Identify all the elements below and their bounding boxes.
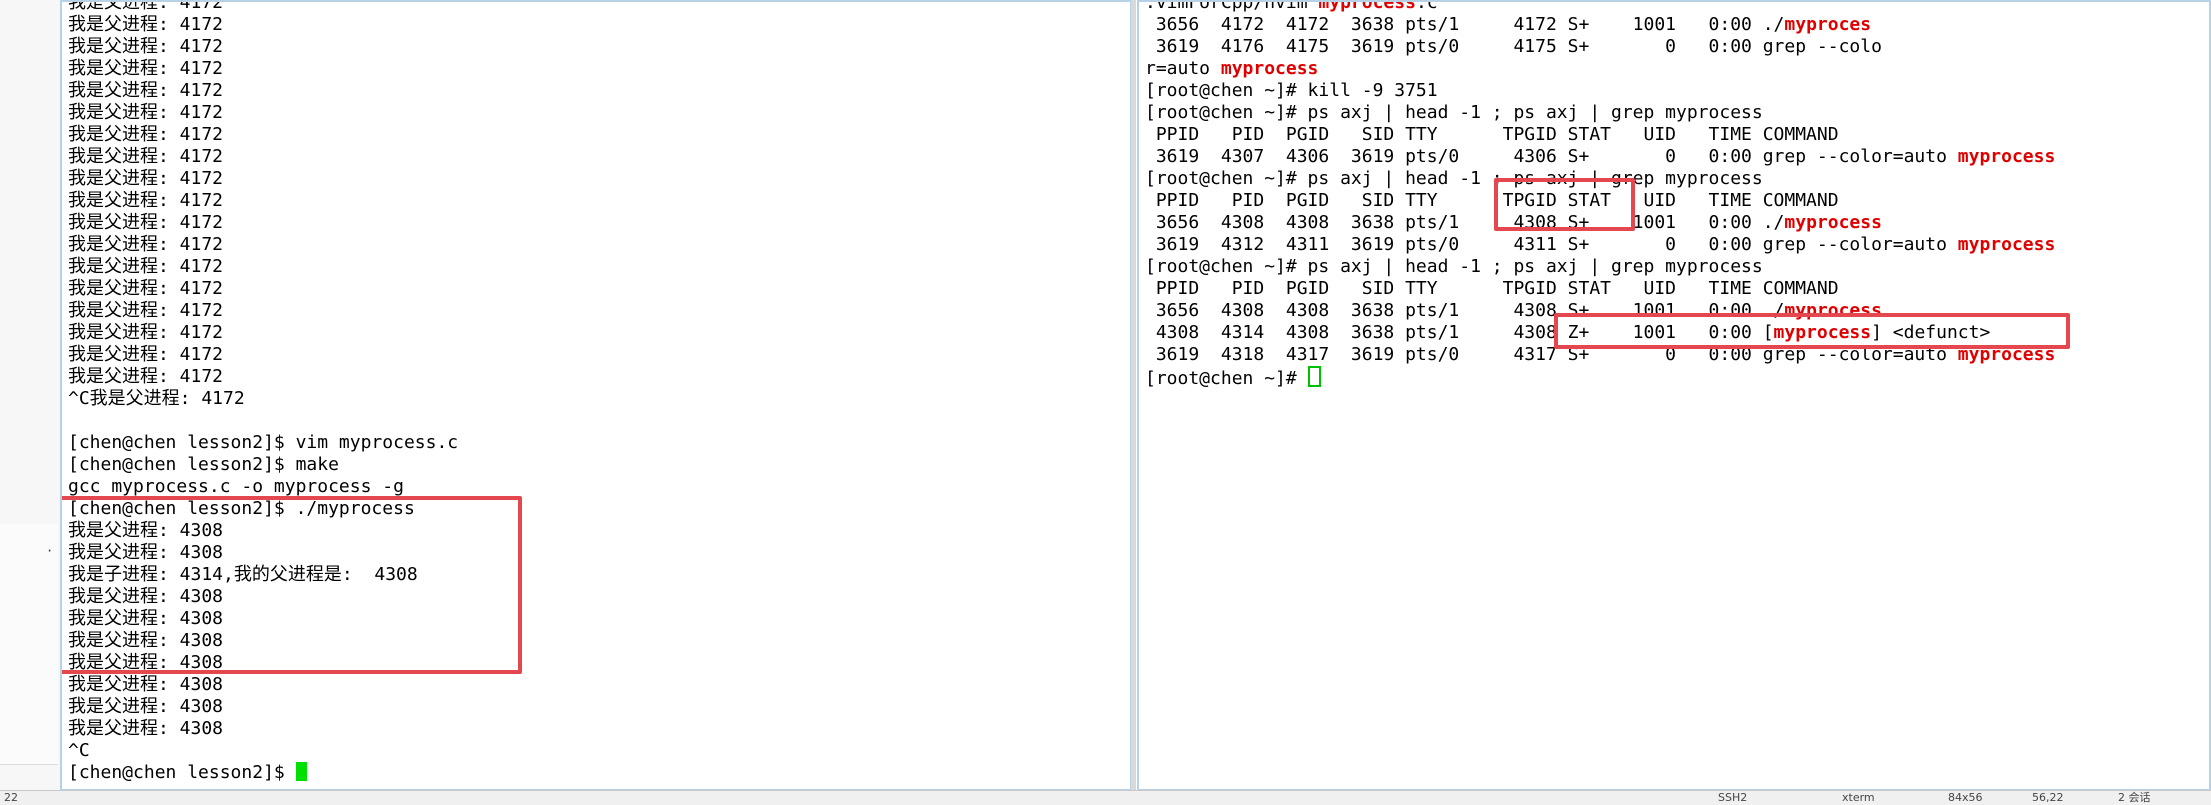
side-panel-row[interactable] bbox=[0, 584, 58, 615]
side-panel-row[interactable] bbox=[0, 614, 58, 645]
terminal-text: 3656 4308 4308 3638 pts/1 4308 S+ 1001 0… bbox=[1145, 212, 1785, 233]
left-side-panel: · bbox=[0, 0, 61, 790]
child-process-output-highlight-box bbox=[62, 496, 522, 674]
terminal-line: 我是父进程: 4172 bbox=[68, 168, 224, 189]
terminal-line: 3619 4307 4306 3619 pts/0 4306 S+ 0 0:00… bbox=[1145, 146, 2056, 168]
matched-text: myprocess bbox=[1318, 0, 1416, 13]
terminal-line: 我是父进程: 4172 bbox=[68, 124, 224, 145]
terminal-line: 我是父进程: 4172 bbox=[68, 366, 224, 387]
status-left: 22 bbox=[4, 791, 18, 804]
status-cursor-position: 56,22 bbox=[2032, 791, 2064, 804]
terminal-line: 我是父进程: 4308 bbox=[68, 718, 224, 739]
zombie-process-highlight-box bbox=[1554, 313, 2070, 349]
terminal-line: [root@chen ~]# ps axj | head -1 ; ps axj… bbox=[1145, 102, 2055, 124]
terminal-line: 我是父进程: 4308 bbox=[68, 674, 224, 695]
terminal-text: 3656 4172 4172 3638 pts/1 4172 S+ 1001 0… bbox=[1145, 14, 1785, 35]
terminal-text: .c bbox=[1415, 0, 1438, 13]
terminal-text: 3619 4307 4306 3619 pts/0 4306 S+ 0 0:00… bbox=[1145, 146, 1958, 167]
right-terminal-pane[interactable]: .vimForCpp/nvim myprocess.c 3656 4172 41… bbox=[1137, 0, 2211, 791]
terminal-line: 我是父进程: 4172 bbox=[68, 146, 224, 167]
terminal-line: 我是父进程: 4172 bbox=[68, 212, 224, 233]
terminal-line: 我是父进程: 4172 bbox=[68, 80, 224, 101]
matched-text: myproces bbox=[1784, 14, 1872, 35]
terminal-line: 我是父进程: 4172 bbox=[68, 14, 224, 35]
terminal-line: 我是父进程: 4172 bbox=[68, 190, 224, 211]
terminal-text: [root@chen ~]# ps axj | head -1 ; ps axj… bbox=[1145, 102, 1763, 123]
terminal-line: 我是父进程: 4172 bbox=[68, 278, 224, 299]
terminal-line: gcc myprocess.c -o myprocess -g bbox=[68, 476, 404, 497]
terminal-line: PPID PID PGID SID TTY TPGID STAT UID TIM… bbox=[1145, 124, 2055, 146]
matched-text: myprocess bbox=[1957, 234, 2056, 255]
terminal-text: PPID PID PGID SID TTY TPGID STAT UID TIM… bbox=[1145, 190, 1839, 211]
terminal-line: .vimForCpp/nvim myprocess.c bbox=[1145, 0, 2055, 14]
terminal-text: .vimForCpp/nvim bbox=[1145, 0, 1319, 13]
terminal-line: [root@chen ~]# kill -9 3751 bbox=[1145, 80, 2055, 102]
matched-text: myprocess bbox=[1957, 146, 2056, 167]
terminal-prompt: [chen@chen lesson2]$ bbox=[68, 762, 296, 783]
terminal-line: 我是父进程: 4172 bbox=[68, 322, 224, 343]
terminal-line: 我是父进程: 4172 bbox=[68, 234, 224, 255]
terminal-text: PPID PID PGID SID TTY TPGID STAT UID TIM… bbox=[1145, 278, 1839, 299]
terminal-line: PPID PID PGID SID TTY TPGID STAT UID TIM… bbox=[1145, 278, 2055, 300]
side-panel-row[interactable] bbox=[0, 734, 58, 765]
terminal-line: 3619 4176 4175 3619 pts/0 4175 S+ 0 0:00… bbox=[1145, 36, 2055, 58]
terminal-line: ^C bbox=[68, 740, 90, 761]
terminal-line: [root@chen ~]# ps axj | head -1 ; ps axj… bbox=[1145, 256, 2055, 278]
terminal-line: 我是父进程: 4308 bbox=[68, 696, 224, 717]
terminal-line: 3656 4172 4172 3638 pts/1 4172 S+ 1001 0… bbox=[1145, 14, 2055, 36]
terminal-text: r=auto bbox=[1145, 58, 1221, 79]
terminal-cursor bbox=[295, 762, 307, 781]
terminal-line: 我是父进程: 4172 bbox=[68, 344, 224, 365]
terminal-line: 我是父进程: 4172 bbox=[68, 300, 224, 321]
side-panel-row[interactable] bbox=[0, 704, 58, 735]
side-panel-marker: · bbox=[46, 544, 54, 558]
terminal-line: 我是父进程: 4172 bbox=[68, 58, 224, 79]
status-size: 84x56 bbox=[1948, 791, 1983, 804]
tpgid-stat-header-highlight-box bbox=[1494, 178, 1635, 231]
terminal-text: 3619 4312 4311 3619 pts/0 4311 S+ 0 0:00… bbox=[1145, 234, 1958, 255]
terminal-cursor bbox=[1307, 366, 1321, 387]
status-sessions: 2 会话 bbox=[2118, 791, 2151, 804]
terminal-line: [chen@chen lesson2]$ vim myprocess.c bbox=[68, 432, 459, 453]
terminal-text: [root@chen ~]# ps axj | head -1 ; ps axj… bbox=[1145, 168, 1763, 189]
pane-splitter[interactable] bbox=[1131, 0, 1136, 790]
terminal-line: ^C我是父进程: 4172 bbox=[68, 388, 245, 409]
side-panel-row[interactable] bbox=[0, 674, 58, 705]
terminal-text: [root@chen ~]# ps axj | head -1 ; ps axj… bbox=[1145, 256, 1763, 277]
terminal-line: 我是父进程: 4172 bbox=[68, 102, 224, 123]
side-panel-row[interactable] bbox=[0, 644, 58, 675]
status-bar: 22 SSH2 xterm 84x56 56,22 2 会话 bbox=[0, 790, 2211, 805]
terminal-text: 3619 4176 4175 3619 pts/0 4175 S+ 0 0:00… bbox=[1145, 36, 1882, 57]
terminal-line: 3619 4312 4311 3619 pts/0 4311 S+ 0 0:00… bbox=[1145, 234, 2056, 256]
terminal-text: PPID PID PGID SID TTY TPGID STAT UID TIM… bbox=[1145, 124, 1839, 145]
terminal-line: 我是父进程: 4172 bbox=[68, 256, 224, 277]
terminal-line: [chen@chen lesson2]$ make bbox=[68, 454, 339, 475]
terminal-line: r=auto myprocess bbox=[1145, 58, 2055, 80]
terminal-prompt: [root@chen ~]# bbox=[1145, 368, 1308, 389]
matched-text: myprocess bbox=[1220, 58, 1319, 79]
terminal-line: 我是父进程: 4172 bbox=[68, 36, 224, 57]
terminal-text: [root@chen ~]# kill -9 3751 bbox=[1145, 80, 1438, 101]
terminal-prompt-line[interactable]: [chen@chen lesson2]$ bbox=[68, 762, 458, 784]
left-terminal-pane[interactable]: 我是父进程: 4172 我是父进程: 4172 我是父进程: 4172 我是父进程: … bbox=[60, 0, 1132, 791]
terminal-line: 我是父进程: 4172 bbox=[68, 0, 224, 13]
status-terminal-type: xterm bbox=[1842, 791, 1875, 804]
status-connection: SSH2 bbox=[1718, 791, 1748, 804]
terminal-prompt-line[interactable]: [root@chen ~]# bbox=[1145, 366, 2055, 389]
matched-text: myprocess bbox=[1784, 212, 1882, 233]
side-panel-row[interactable] bbox=[0, 554, 58, 585]
